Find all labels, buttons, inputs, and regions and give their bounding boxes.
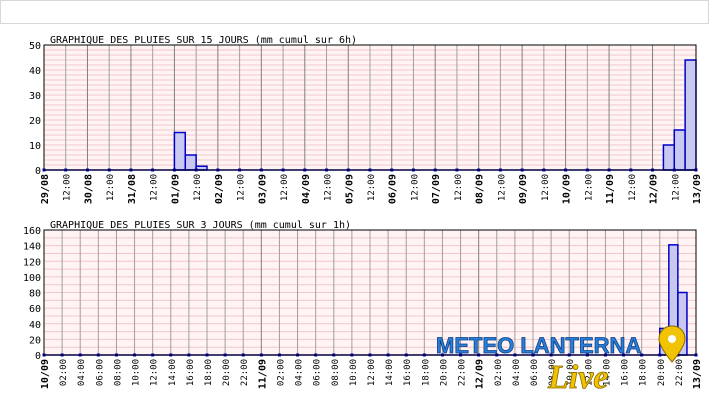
x-tick-label: 10:00 [132,359,142,386]
x-tick-label: 06/09 [388,174,399,204]
x-tick-label: 02:00 [59,359,69,386]
x-tick-label: 05/09 [344,174,355,204]
rain-bar [184,154,197,171]
x-tick-label: 12:00 [541,174,551,201]
y-tick-label: 50 [29,41,41,52]
x-tick-label: 04/09 [301,174,312,204]
x-tick-label: 22:00 [240,359,250,386]
x-tick-label: 06:00 [95,359,105,386]
x-tick-label: 09/09 [518,174,529,204]
x-tick-label: 12:00 [367,174,377,201]
x-tick-label: 22:00 [458,359,468,386]
x-tick-label: 12:00 [454,174,464,201]
x-tick-label: 16:00 [186,359,196,386]
x-tick-label: 20:00 [222,359,232,386]
x-tick-label: 12:00 [280,174,290,201]
rain-bar [684,59,697,171]
x-tick-label: 12:00 [150,359,160,386]
y-tick-label: 10 [29,141,41,152]
x-tick-label: 06:00 [530,359,540,386]
x-tick-label: 11/09 [605,174,616,204]
x-tick-label: 03/09 [257,174,268,204]
x-tick-label: 12:00 [324,174,334,201]
x-tick-label: 12:00 [671,174,681,201]
x-tick-label: 12:00 [63,174,73,201]
y-tick-label: 160 [23,226,41,237]
x-tick-label: 10/09 [562,174,573,204]
y-tick-label: 120 [23,257,41,268]
x-tick-label: 12:00 [237,174,247,201]
x-tick-label: 04:00 [77,359,87,386]
chart1-15-days: 0102030405029/08 12:00 30/08 12:00 31/08 12:0… [29,41,703,204]
y-tick-label: 80 [29,289,41,300]
x-tick-label: 14:00 [385,359,395,386]
x-tick-label: 04:00 [295,359,305,386]
x-tick-label: 02:00 [276,359,286,386]
x-tick-label: 02/09 [214,174,225,204]
x-tick-label: 10:00 [349,359,359,386]
logo-line2: Live [547,359,608,396]
y-tick-label: 30 [29,91,41,102]
x-tick-label: 29/08 [40,174,51,204]
x-tick-label: 12:00 [628,174,638,201]
x-tick-label: 12:00 [193,174,203,201]
x-tick-label: 30/08 [83,174,94,204]
y-tick-label: 20 [29,335,41,346]
x-tick-label: 10/09 [40,359,51,389]
x-tick-label: 13/09 [692,174,703,204]
rain-charts: GRAPHIQUE DES PLUIES SUR 15 JOURS (mm cu… [23,35,703,396]
x-tick-label: 12:00 [584,174,594,201]
y-tick-label: 140 [23,242,41,253]
x-tick-label: 22:00 [675,359,685,386]
y-tick-label: 40 [29,320,41,331]
chart1-title: GRAPHIQUE DES PLUIES SUR 15 JOURS (mm cu… [50,35,357,46]
x-tick-label: 01/09 [170,174,181,204]
x-tick-label: 12/09 [649,174,660,204]
x-tick-label: 08/09 [475,174,486,204]
y-tick-label: 20 [29,116,41,127]
logo-line1: METEO LANTERNA [436,333,641,358]
x-tick-label: 12:00 [106,174,116,201]
x-tick-label: 12:00 [410,174,420,201]
x-tick-label: 16:00 [621,359,631,386]
x-tick-label: 20:00 [439,359,449,386]
x-tick-label: 14:00 [168,359,178,386]
x-tick-label: 02:00 [494,359,504,386]
chart2-title: GRAPHIQUE DES PLUIES SUR 3 JOURS (mm cum… [50,220,351,231]
x-tick-label: 18:00 [204,359,214,386]
x-tick-label: 04:00 [512,359,522,386]
x-tick-label: 16:00 [403,359,413,386]
x-tick-label: 11/09 [257,359,268,389]
x-tick-label: 31/08 [127,174,138,204]
y-tick-label: 40 [29,66,41,77]
x-tick-label: 20:00 [657,359,667,386]
x-tick-label: 12:00 [497,174,507,201]
x-tick-label: 08:00 [331,359,341,386]
location-pin-icon [658,325,686,363]
rain-bar [662,144,676,171]
x-tick-label: 12:00 [150,174,160,201]
rain-bar [673,129,686,171]
x-tick-label: 12/09 [475,359,486,389]
y-tick-label: 60 [29,304,41,315]
x-tick-label: 18:00 [421,359,431,386]
x-tick-label: 08:00 [113,359,123,386]
x-tick-label: 06:00 [313,359,323,386]
x-tick-label: 07/09 [431,174,442,204]
y-tick-label: 100 [23,273,41,284]
x-tick-label: 13/09 [692,359,703,389]
rain-bar [173,131,187,171]
x-tick-label: 12:00 [367,359,377,386]
x-tick-label: 18:00 [639,359,649,386]
